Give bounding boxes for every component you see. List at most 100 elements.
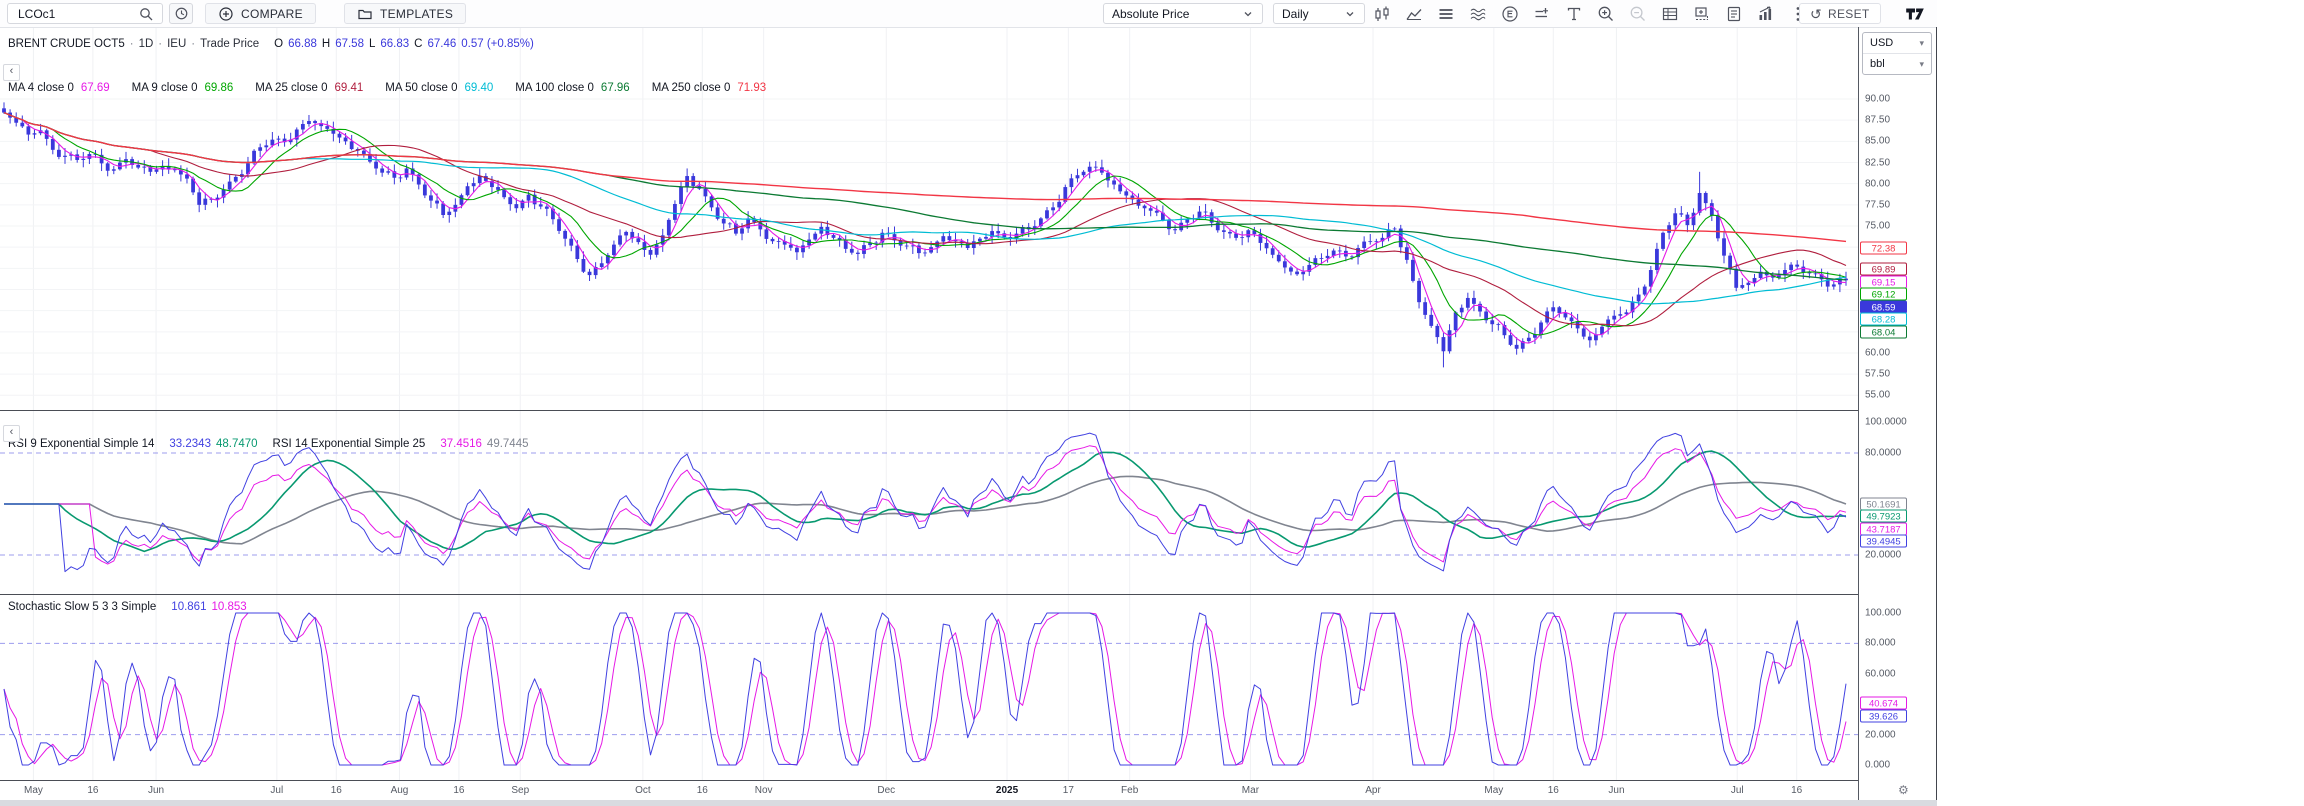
- low-label: L: [369, 38, 375, 50]
- change-value: 0.57 (+0.85%): [461, 38, 534, 50]
- ma-value: 71.93: [737, 82, 766, 94]
- open-label: O: [274, 38, 283, 50]
- price-scale[interactable]: USD ▾ bbl ▾ 90.0087.5085.0082.5080.0077.…: [1859, 28, 1936, 800]
- ma-legend-item[interactable]: MA 4 close 067.69: [8, 82, 110, 94]
- ma-legend[interactable]: MA 4 close 067.69 MA 9 close 0 69.86 MA 25 …: [8, 82, 788, 94]
- stoch-label: Stochastic Slow 5 3 3 Simple: [8, 601, 156, 613]
- time-axis-label: Apr: [1365, 785, 1381, 796]
- scale-settings-gear-icon[interactable]: ⚙: [1898, 783, 1909, 797]
- time-axis-label: 16: [1548, 785, 1559, 796]
- time-axis-label: 16: [1791, 785, 1802, 796]
- time-axis-label: Aug: [391, 785, 409, 796]
- time-axis-label: Jul: [270, 785, 283, 796]
- stoch-d-value: 10.853: [211, 601, 246, 613]
- price-tick: 0.000: [1865, 760, 1890, 771]
- ma-label: MA 9 close 0: [132, 82, 198, 94]
- main-pane-collapse-button[interactable]: ‹: [3, 64, 20, 81]
- time-axis-label: May: [24, 785, 43, 796]
- price-label: 39.626: [1860, 709, 1907, 722]
- time-axis-label: Feb: [1121, 785, 1138, 796]
- price-label: 43.7187: [1860, 522, 1907, 535]
- price-tick: 100.0000: [1865, 417, 1907, 428]
- time-axis-label: 17: [1063, 785, 1074, 796]
- high-value: 67.58: [335, 38, 364, 50]
- price-tick: 100.000: [1865, 608, 1901, 619]
- high-label: H: [322, 38, 330, 50]
- price-label: 39.4945: [1860, 535, 1907, 548]
- ma-legend-item[interactable]: MA 25 close 069.41: [255, 82, 363, 94]
- price-tick: 57.50: [1865, 369, 1890, 380]
- trading-chart-app: COMPARE TEMPLATES Absolute Price Daily ↺…: [0, 0, 2304, 806]
- time-axis-label: Jun: [1608, 785, 1624, 796]
- price-tick: 82.50: [1865, 157, 1890, 168]
- price-label: 69.89: [1860, 263, 1907, 276]
- price-tick: 60.00: [1865, 347, 1890, 358]
- rsi14-label: RSI 14 Exponential Simple 25: [273, 438, 426, 450]
- ma-legend-item[interactable]: MA 100 close 0 67.96: [515, 82, 629, 94]
- price-label: 68.28: [1860, 313, 1907, 326]
- time-axis-label: Dec: [877, 785, 895, 796]
- time-axis-label: 16: [331, 785, 342, 796]
- close-value: 67.46: [427, 38, 456, 50]
- ma-legend-item[interactable]: MA 50 close 069.40: [385, 82, 493, 94]
- symbol-interval: 1D: [139, 38, 154, 50]
- time-axis-label: Nov: [755, 785, 773, 796]
- stoch-legend[interactable]: Stochastic Slow 5 3 3 Simple 10.861 10.8…: [8, 601, 247, 613]
- chevron-down-icon: ▾: [1919, 59, 1924, 70]
- ma-value: 69.86: [204, 82, 233, 94]
- price-tick: 80.000: [1865, 638, 1896, 649]
- time-axis[interactable]: May16JunJul16Aug16SepOct16NovDec202517Fe…: [0, 781, 1858, 800]
- price-label: 69.12: [1860, 288, 1907, 301]
- price-tick: 20.0000: [1865, 550, 1901, 561]
- price-label: 68.59: [1860, 300, 1907, 313]
- rsi9-ma-value: 48.7470: [216, 438, 258, 450]
- price-label: 50.1691: [1860, 497, 1907, 510]
- ma-label: MA 250 close 0: [652, 82, 731, 94]
- price-tick: 77.50: [1865, 199, 1890, 210]
- rsi9-label: RSI 9 Exponential Simple 14: [8, 438, 154, 450]
- ma-legend-item[interactable]: MA 250 close 0 71.93: [652, 82, 766, 94]
- rsi14-value: 37.4516: [440, 438, 482, 450]
- ma-label: MA 100 close 0: [515, 82, 594, 94]
- series-type: Trade Price: [200, 38, 259, 50]
- currency-select[interactable]: USD ▾: [1863, 33, 1931, 53]
- price-label: 68.04: [1860, 325, 1907, 338]
- price-label: 72.38: [1860, 242, 1907, 255]
- ma-label: MA 25 close 0: [255, 82, 327, 94]
- symbol-legend[interactable]: BRENT CRUDE OCT5 · 1D · IEU · Trade Pric…: [8, 38, 534, 50]
- time-axis-label: May: [1484, 785, 1503, 796]
- unit-select[interactable]: bbl ▾: [1863, 53, 1931, 74]
- time-axis-label: 16: [453, 785, 464, 796]
- price-tick: 80.00: [1865, 178, 1890, 189]
- rsi9-value: 33.2343: [169, 438, 211, 450]
- ma-legend-item[interactable]: MA 9 close 0 69.86: [132, 82, 234, 94]
- price-tick: 60.000: [1865, 668, 1896, 679]
- ma-value: 69.40: [465, 82, 494, 94]
- symbol-title: BRENT CRUDE OCT5: [8, 38, 125, 50]
- close-label: C: [414, 38, 422, 50]
- price-tick: 75.00: [1865, 221, 1890, 232]
- price-tick: 87.50: [1865, 115, 1890, 126]
- time-axis-label: Mar: [1242, 785, 1259, 796]
- symbol-exchange: IEU: [167, 38, 186, 50]
- chart-canvas[interactable]: [0, 0, 1937, 806]
- low-value: 66.83: [380, 38, 409, 50]
- time-axis-label: Oct: [635, 785, 651, 796]
- stoch-k-value: 10.861: [171, 601, 206, 613]
- rsi-legend[interactable]: RSI 9 Exponential Simple 14 33.2343 48.7…: [8, 438, 529, 450]
- time-axis-label: Jul: [1731, 785, 1744, 796]
- price-tick: 20.000: [1865, 729, 1896, 740]
- price-label: 40.674: [1860, 697, 1907, 710]
- rsi14-ma-value: 49.7445: [487, 438, 529, 450]
- time-axis-label: Sep: [511, 785, 529, 796]
- price-tick: 90.00: [1865, 94, 1890, 105]
- unit-selector: USD ▾ bbl ▾: [1862, 32, 1932, 75]
- ma-label: MA 4 close 0: [8, 82, 74, 94]
- rsi-pane-collapse-button[interactable]: ‹: [3, 425, 20, 442]
- ma-value: 67.96: [601, 82, 630, 94]
- price-tick: 80.0000: [1865, 448, 1901, 459]
- open-value: 66.88: [288, 38, 317, 50]
- price-label: 49.7923: [1860, 510, 1907, 523]
- time-axis-label: Jun: [148, 785, 164, 796]
- time-axis-label: 16: [87, 785, 98, 796]
